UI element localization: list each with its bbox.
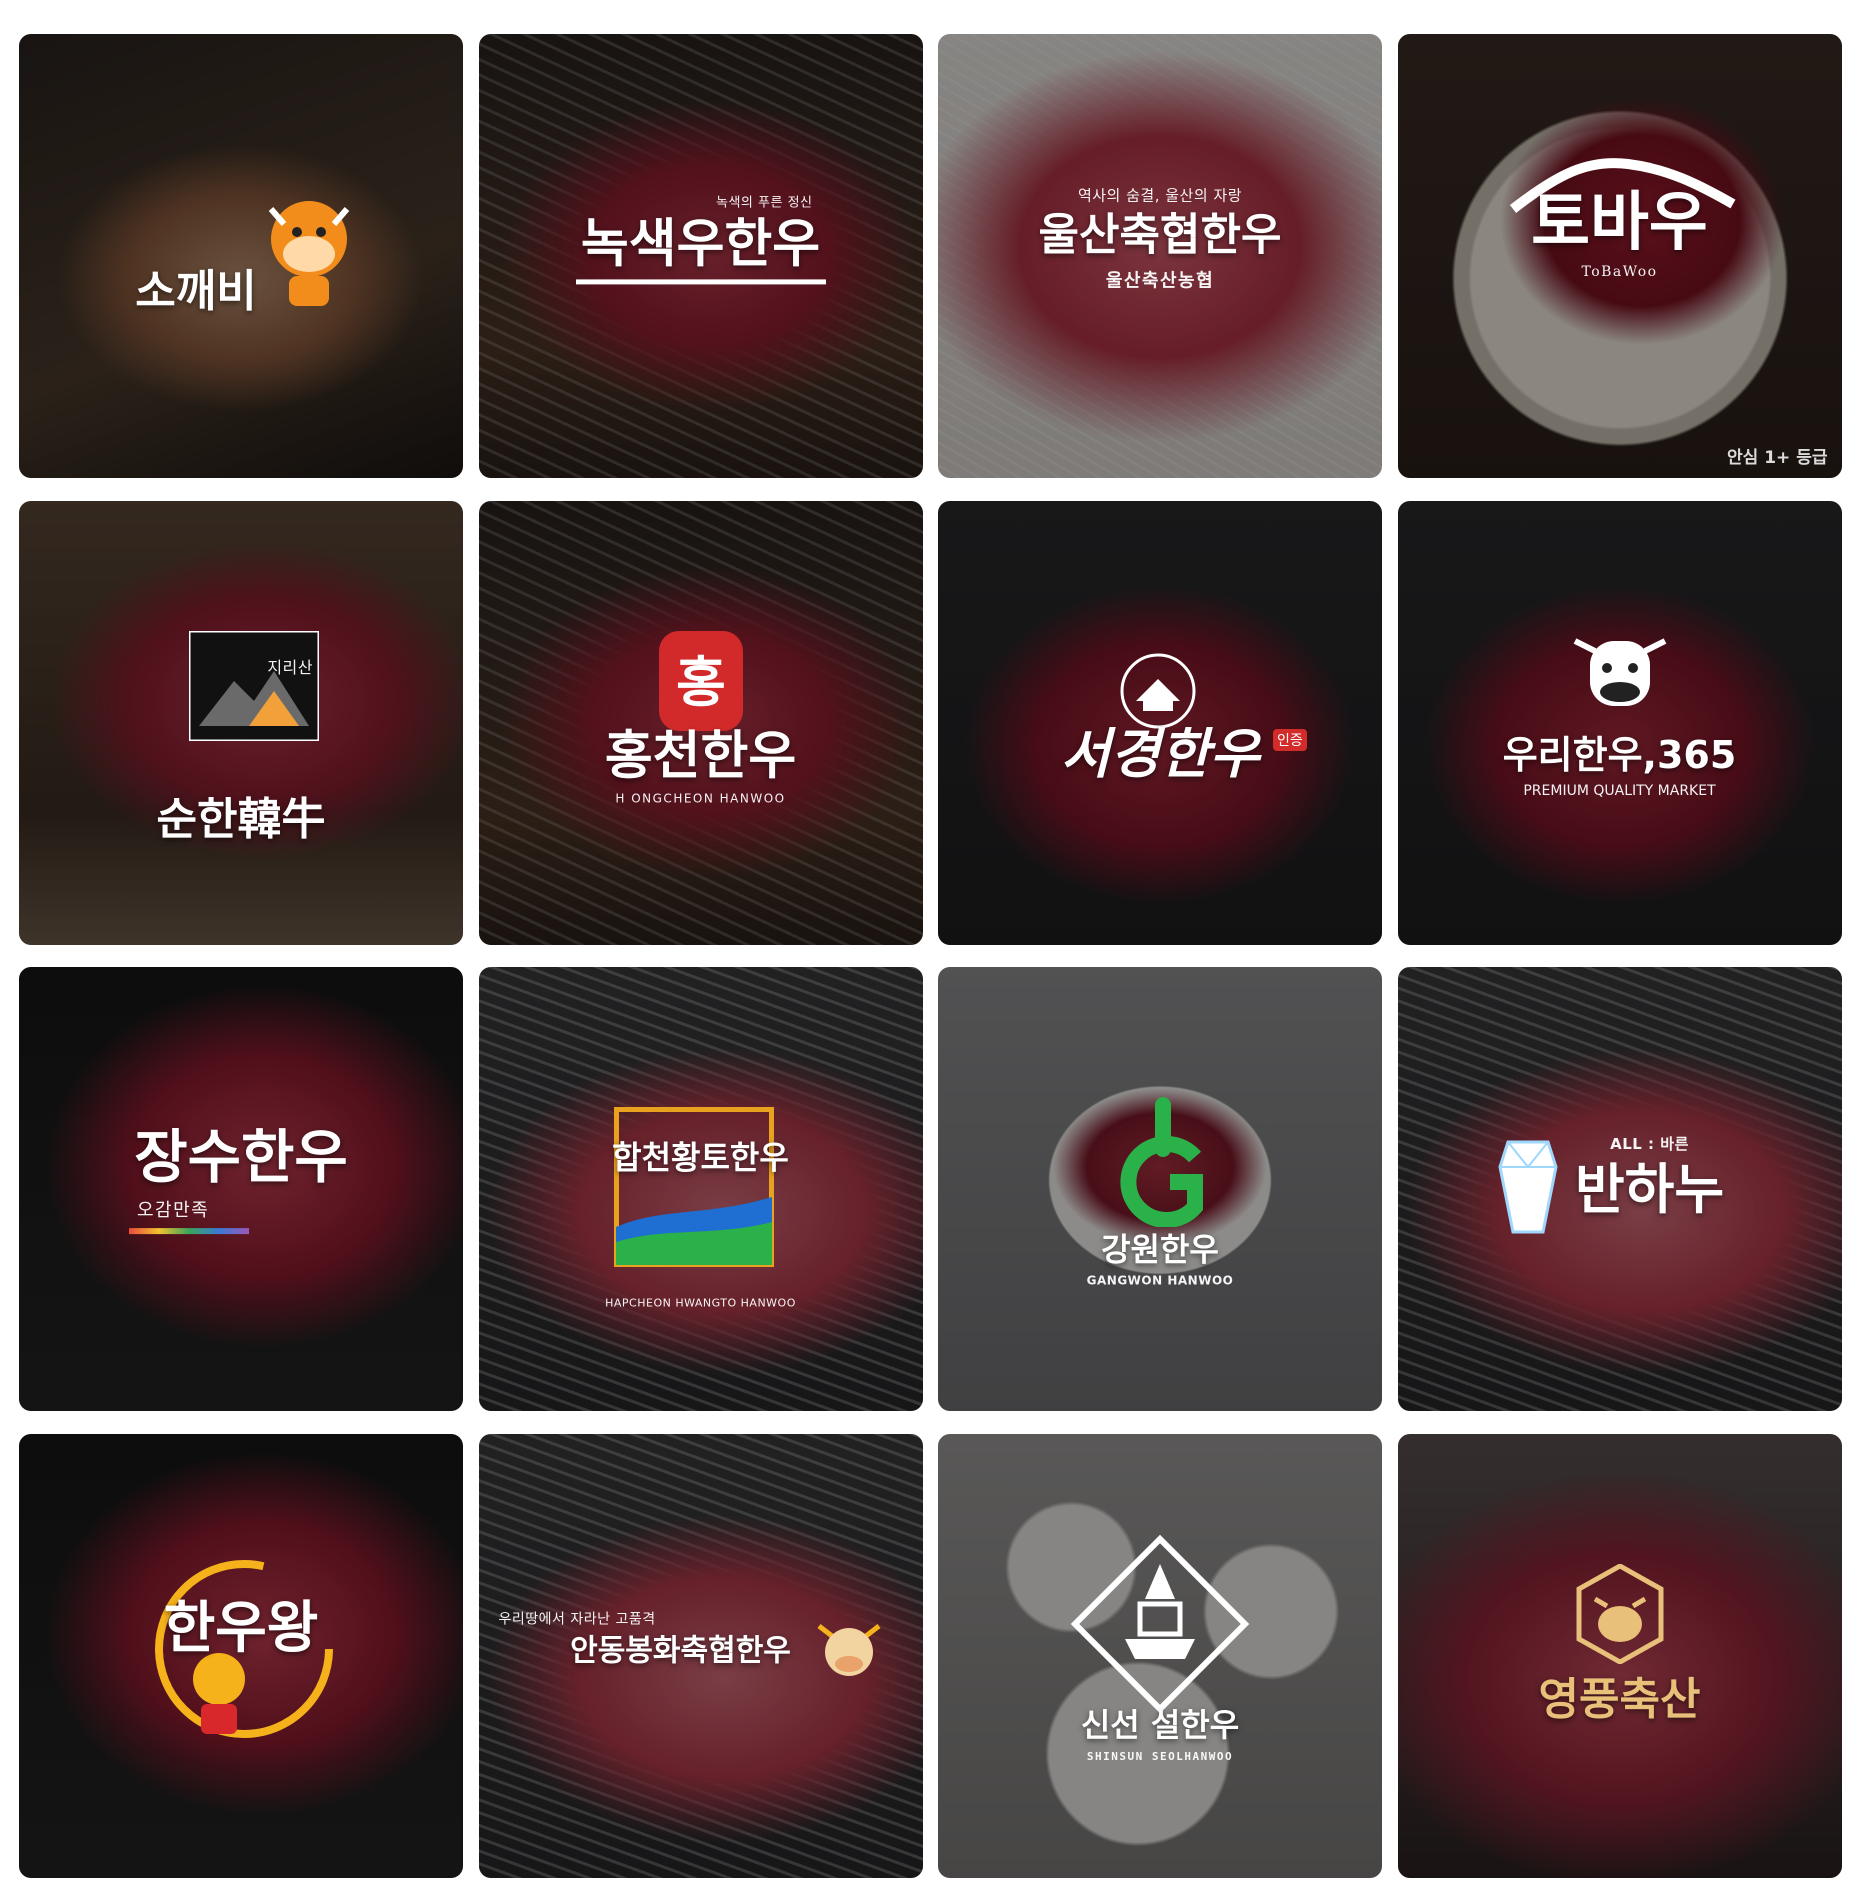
hong-seal-icon: 홍 [658, 630, 743, 731]
brand-name: 반하누 [1574, 1157, 1725, 1221]
brand-name: 울산축협한우 [1038, 209, 1282, 261]
hwangto-icon [613, 1107, 774, 1267]
brand-card-uri365[interactable]: 우리한우,365 PREMIUM QUALITY MARKET [1397, 500, 1842, 945]
brand-name: 강원한우 [1101, 1230, 1219, 1269]
brand-card-hanwoowang[interactable]: 한우왕 [19, 1433, 463, 1878]
card-overlay [19, 34, 463, 478]
brand-card-tobawoo[interactable]: 토바우 ToBaWoo 안심 1+ 등급 [1397, 34, 1842, 478]
brand-card-hapcheon[interactable]: 합천황토한우 HAPCHEON HWANGTO HANWOO [478, 967, 923, 1411]
brand-name: 한우왕 [163, 1595, 319, 1662]
cow-face-icon [1573, 637, 1666, 706]
brand-name: 홍천한우 [604, 726, 797, 787]
brand-sub: H ONGCHEON HANWOO [615, 791, 786, 806]
color-bar [129, 1228, 249, 1235]
brand-tag: 지리산 [267, 658, 313, 678]
brand-card-yeongpung[interactable]: 영풍축산 [1397, 1433, 1842, 1878]
brand-sub: GANGWON HANWOO [1086, 1273, 1234, 1288]
brand-name: 신선 설한우 [1080, 1706, 1240, 1745]
grade-label: 안심 1+ 등급 [1727, 448, 1828, 468]
brand-card-noksaek[interactable]: 녹색의 푸른 정신 녹색우한우 [478, 34, 923, 478]
brand-name: 장수한우 [134, 1123, 348, 1192]
brand-tag: 역사의 숨결, 울산의 자랑 [1077, 186, 1243, 205]
brand-tag: 우리땅에서 자라난 고품격 [498, 1611, 656, 1628]
brand-sub: SHINSUN SEOLHANWOO [1086, 1749, 1234, 1763]
brand-tag: 녹색의 푸른 정신 [716, 195, 813, 211]
brand-name: 순한韓牛 [156, 793, 326, 845]
brand-card-andong[interactable]: 우리땅에서 자라난 고품격 안동봉화축협한우 [478, 1433, 923, 1878]
card-overlay [1397, 500, 1842, 945]
brand-card-sokkaebi[interactable]: 소깨비 [19, 34, 463, 478]
brand-card-ulsan[interactable]: 역사의 숨결, 울산의 자랑 울산축협한우 울산축산농협 [938, 34, 1382, 478]
brand-name: 소깨비 [135, 265, 257, 317]
brand-name: 안동봉화축협한우 [570, 1633, 791, 1669]
brand-card-sunhan[interactable]: 지리산 순한韓牛 [19, 500, 463, 945]
brand-card-seokyeong[interactable]: 서경한우 인증 [938, 500, 1382, 945]
brand-name: 토바우 [1531, 184, 1708, 260]
brand-grid: 소깨비 녹색의 푸른 정신 녹색우한우 역사의 숨결, 울산의 자랑 울산축협한… [19, 34, 1842, 1878]
brand-sub: PREMIUM QUALITY MARKET [1523, 782, 1716, 799]
gangwon-g-icon [1120, 1097, 1203, 1227]
brand-name: 합천황토한우 [612, 1138, 789, 1177]
brand-name: 영풍축산 [1538, 1673, 1701, 1725]
brand-card-gangwon[interactable]: 강원한우 GANGWON HANWOO [938, 967, 1382, 1411]
brand-sub: 오감만족 [137, 1200, 210, 1222]
gold-ox-icon [1576, 1563, 1663, 1664]
brand-card-banhanu[interactable]: ALL : 바른 반하누 [1397, 967, 1842, 1411]
brand-tag: ALL : 바른 [1610, 1134, 1689, 1153]
seal-badge: 인증 [1273, 728, 1307, 751]
brand-card-jangsu[interactable]: 장수한우 오감만족 [19, 967, 463, 1411]
brand-underline [575, 279, 826, 285]
brand-sub: 울산축산농협 [1105, 269, 1215, 291]
brand-sub: HAPCHEON HWANGTO HANWOO [605, 1296, 796, 1310]
brand-card-hongcheon[interactable]: 홍 홍천한우 H ONGCHEON HANWOO [478, 500, 923, 945]
mountain-icon [189, 630, 319, 741]
brand-name: 서경한우 [1060, 720, 1260, 785]
brand-card-shinsun[interactable]: 신선 설한우 SHINSUN SEOLHANWOO [938, 1433, 1382, 1878]
tower-diamond-icon [1070, 1534, 1250, 1713]
svg-text:홍: 홍 [676, 651, 726, 714]
brand-name: 녹색우한우 [580, 214, 821, 275]
brand-name: 우리한우,365 [1502, 732, 1737, 777]
brand-sub: ToBaWoo [1581, 263, 1658, 280]
barn-badge-icon [1120, 653, 1196, 728]
